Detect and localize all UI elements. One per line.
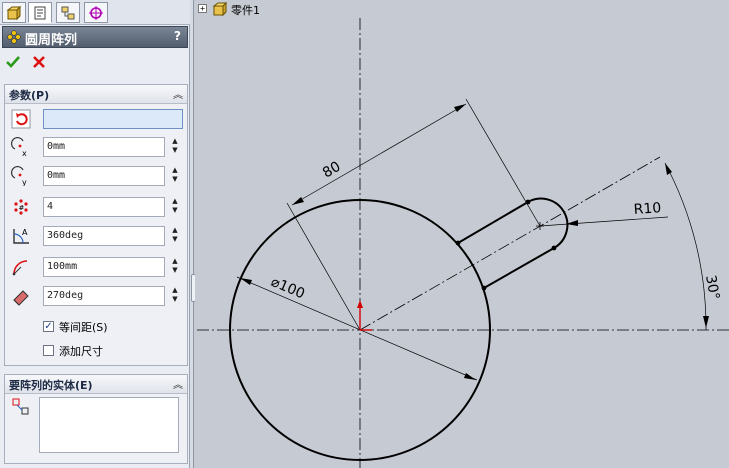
entities-group-header[interactable]: 要阵列的实体(E) ︽ [5,375,187,394]
center-reference-field[interactable] [43,109,183,129]
start-angle-icon [13,290,29,306]
add-dimensions-checkbox[interactable] [43,345,54,356]
radius-field[interactable]: 100mm [43,257,165,277]
cancel-button[interactable] [31,54,47,70]
property-manager-tab[interactable] [28,2,52,23]
sketch-point[interactable] [455,240,461,246]
part-icon [212,1,228,17]
reverse-direction-icon[interactable] [11,109,31,129]
collapse-icon[interactable]: ︽ [173,86,183,101]
configuration-manager-tab[interactable] [56,2,80,23]
property-manager-icon [34,6,46,19]
center-y-icon: y [11,166,27,186]
dimxpert-manager-icon [89,5,103,20]
dimxpert-manager-tab[interactable] [84,2,108,23]
configuration-manager-icon [61,6,75,19]
parameters-group-title: 参数(P) [9,89,50,102]
radius-icon [12,260,28,276]
instance-count-spinner[interactable]: ▲ ▼ [169,197,181,217]
center-x-field[interactable]: 0mm [43,137,165,157]
center-y-spinner[interactable]: ▲ ▼ [169,166,181,186]
graphics-area[interactable]: 80 ⌀100 R10 30° [195,0,729,468]
tree-expand-icon[interactable]: + [198,4,207,13]
feature-title-bar: 圆周阵列 ? [2,26,188,48]
feature-title: 圆周阵列 [25,33,78,48]
instance-count-field[interactable]: 4 [43,197,165,217]
radius-dimension-text: R10 [633,200,662,218]
manager-tabstrip [0,0,190,25]
radius-spinner[interactable]: ▲ ▼ [169,257,181,277]
center-x-icon: x [11,137,27,157]
parameters-group: 参数(P) ︽ x 0mm ▲ ▼ y 0mm ▲ ▼ # 4 ▲ ▼ A 360de… [4,84,188,366]
tree-item-part[interactable]: 零件1 [231,2,260,18]
feature-manager-tab[interactable] [2,2,26,23]
svg-text:#: # [19,204,25,212]
total-angle-field[interactable]: 360deg [43,226,165,246]
collapse-icon[interactable]: ︽ [173,376,183,391]
equal-spacing-label: 等间距(S) [59,321,108,334]
property-manager-panel: 圆周阵列 ? 参数(P) ︽ x 0mm ▲ ▼ y 0mm ▲ ▼ # 4 ▲ ▼ … [0,0,190,468]
equal-spacing-checkbox[interactable]: ✓ [43,321,54,332]
svg-text:x: x [22,149,27,157]
feature-manager-icon [6,5,22,20]
sketch-point[interactable] [551,245,557,251]
entities-group-title: 要阵列的实体(E) [9,379,93,392]
panel-splitter[interactable] [190,0,194,468]
start-angle-field[interactable]: 270deg [43,286,165,306]
svg-text:A: A [22,228,28,237]
center-y-field[interactable]: 0mm [43,166,165,186]
center-x-spinner[interactable]: ▲ ▼ [169,137,181,157]
add-dimensions-label: 添加尺寸 [59,345,103,358]
circular-pattern-icon [7,30,21,44]
sketch-point[interactable] [481,285,487,291]
instance-count-icon: # [14,199,28,215]
help-button[interactable]: ? [174,29,181,43]
parameters-group-header[interactable]: 参数(P) ︽ [5,85,187,104]
svg-text:y: y [22,178,27,186]
total-angle-icon: A [13,228,29,244]
entities-list[interactable] [39,397,179,453]
select-entities-icon [12,398,29,415]
ok-button[interactable] [5,54,21,70]
start-angle-spinner[interactable]: ▲ ▼ [169,286,181,306]
total-angle-spinner[interactable]: ▲ ▼ [169,226,181,246]
graphics-background [195,0,729,468]
entities-group: 要阵列的实体(E) ︽ [4,374,188,464]
